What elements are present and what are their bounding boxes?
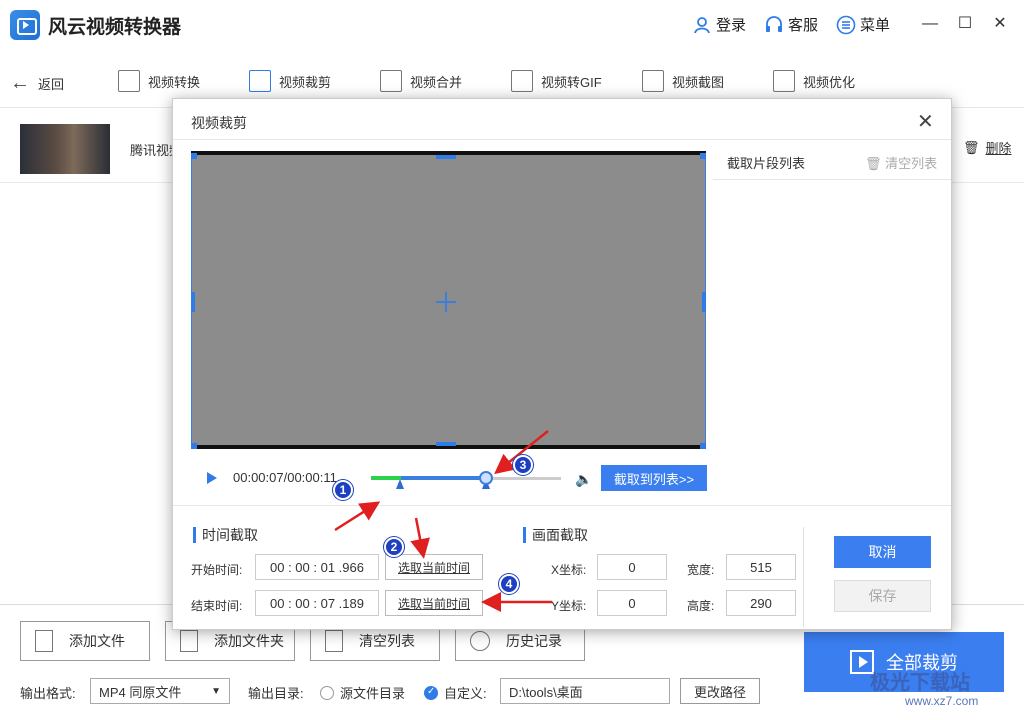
- annotation-arrows: [334, 430, 552, 612]
- annotation-badge-1: 1: [333, 480, 353, 500]
- annotation-badge-3: 3: [513, 455, 533, 475]
- arrow-2: [410, 517, 430, 559]
- annotation-badge-4: 4: [499, 574, 519, 594]
- arrow-1: [334, 501, 381, 532]
- annotation-badge-2: 2: [384, 537, 404, 557]
